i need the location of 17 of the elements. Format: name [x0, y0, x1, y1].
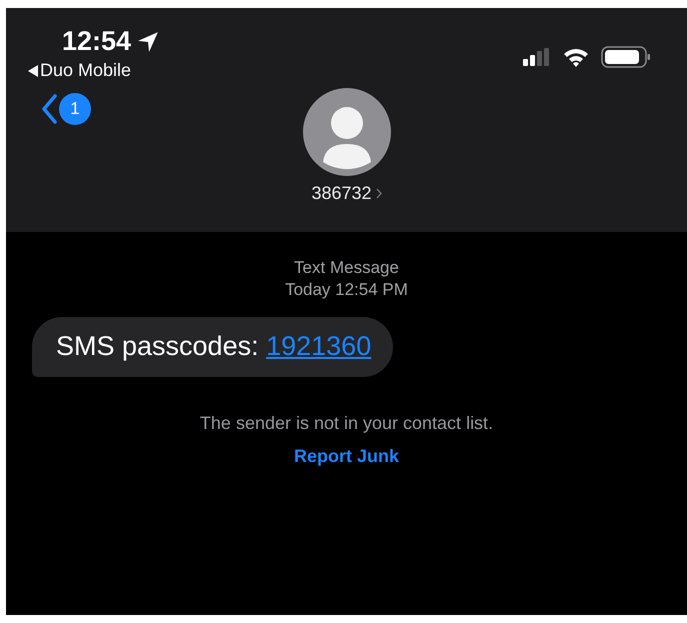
sender-notice: The sender is not in your contact list.	[200, 413, 494, 434]
chevron-right-icon	[376, 188, 382, 199]
location-arrow-icon	[137, 30, 160, 52]
battery-icon	[601, 46, 651, 68]
message-timestamp: Today 12:54 PM	[285, 279, 408, 301]
service-label: Text Message	[294, 257, 399, 279]
wifi-icon	[563, 48, 589, 66]
unread-badge: 1	[59, 93, 91, 125]
status-time: 12:54	[62, 26, 132, 57]
back-to-app-link[interactable]: Duo Mobile	[28, 60, 160, 81]
back-triangle-icon	[28, 64, 38, 76]
report-junk-link[interactable]: Report Junk	[294, 446, 399, 466]
passcode-link[interactable]: 1921360	[266, 331, 372, 361]
cellular-signal-icon	[523, 48, 551, 66]
contact-name-button[interactable]: 386732	[311, 183, 382, 204]
avatar-icon[interactable]	[302, 88, 390, 176]
message-bubble: SMS passcodes: 1921360	[32, 317, 394, 377]
